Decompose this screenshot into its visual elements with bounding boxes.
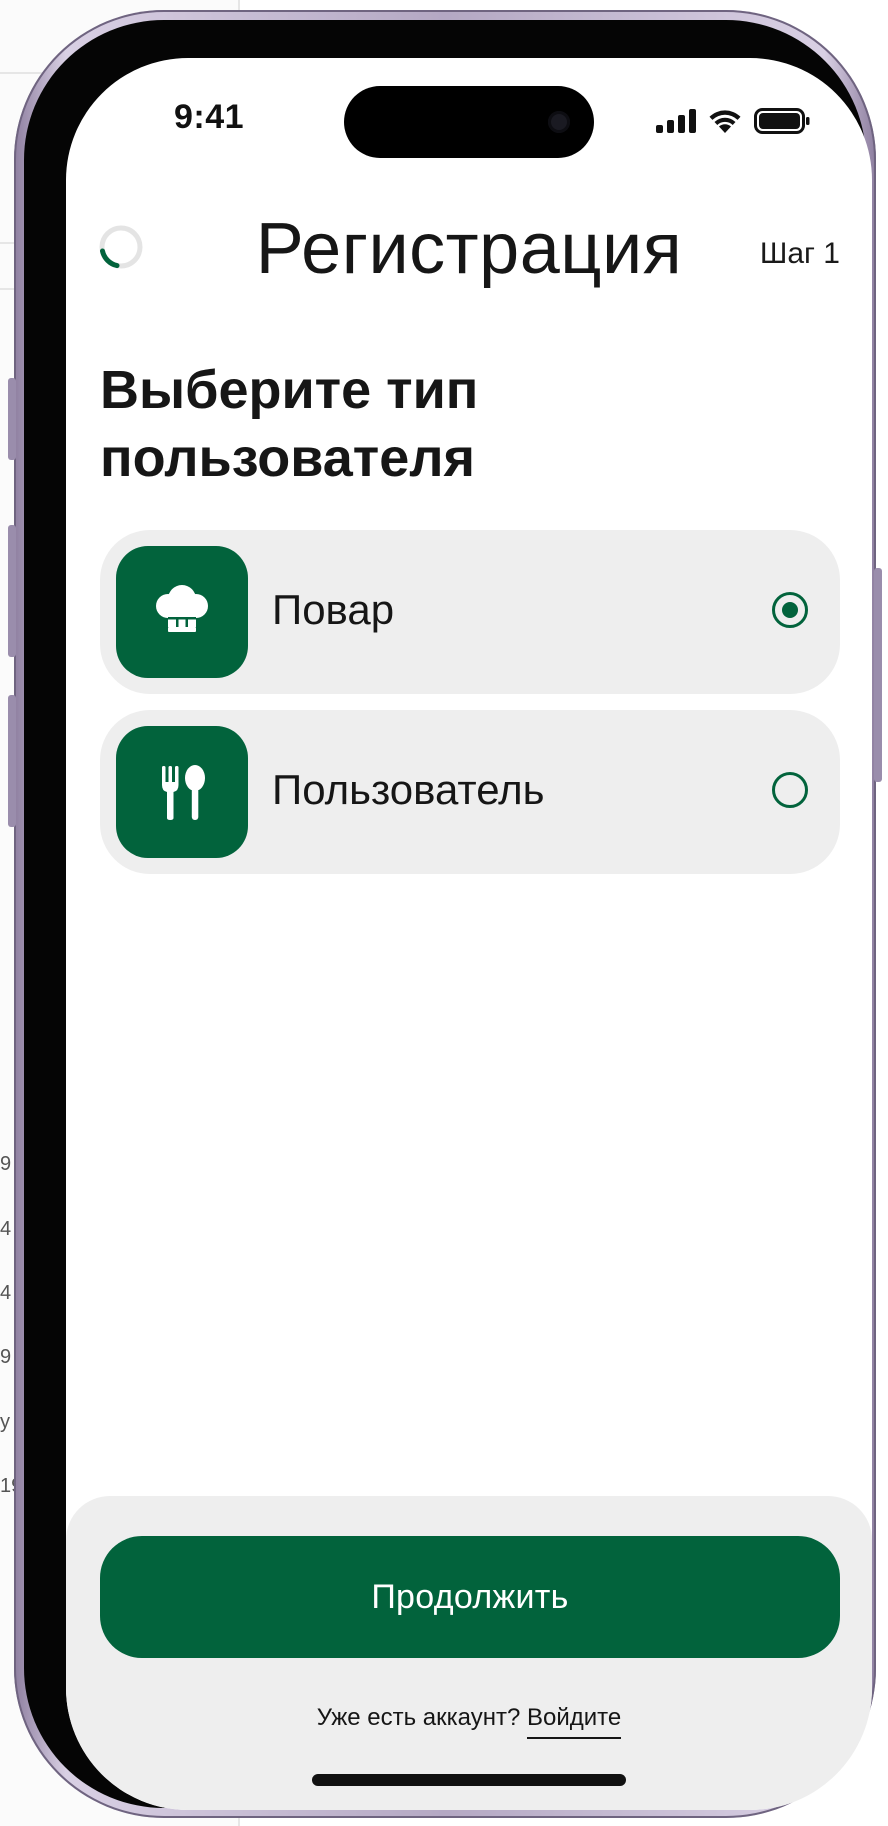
- battery-icon: [754, 108, 810, 134]
- phone-screen: 9:41 Регистрация Шаг 1 Выберите тип поль…: [66, 58, 872, 1810]
- radio-button-selected[interactable]: [772, 592, 808, 628]
- section-heading: Выберите тип пользователя: [100, 356, 700, 492]
- option-icon-tile: [116, 546, 248, 678]
- radio-dot: [782, 602, 798, 618]
- fork-spoon-icon: [162, 765, 205, 820]
- background-fragment: 9: [0, 1346, 12, 1368]
- option-label: Пользователь: [272, 766, 545, 813]
- option-card-user[interactable]: Пользователь: [100, 710, 840, 874]
- canvas: 9 4 4 9 y 19 9:41 Регистрация Шаг 1 Выбе…: [0, 0, 888, 1826]
- section-heading-line: пользователя: [100, 428, 476, 488]
- front-camera-icon: [548, 111, 570, 133]
- status-time: 9:41: [174, 98, 245, 136]
- radio-button[interactable]: [772, 772, 808, 808]
- phone-bezel: 9:41 Регистрация Шаг 1 Выберите тип поль…: [24, 20, 872, 1810]
- phone-mute-switch: [8, 378, 16, 460]
- section-heading-line: Выберите тип: [100, 360, 479, 420]
- dynamic-island: [344, 86, 594, 158]
- page-title: Регистрация: [255, 209, 683, 289]
- option-card-chef[interactable]: Повар: [100, 530, 840, 694]
- step-indicator: Шаг 1: [759, 237, 840, 270]
- home-indicator: [312, 1774, 626, 1786]
- phone-volume-down: [8, 695, 16, 827]
- option-label: Повар: [272, 586, 395, 633]
- background-fragment: 4: [0, 1218, 12, 1240]
- background-fragment: 9: [0, 1153, 12, 1175]
- wifi-icon: [709, 110, 741, 133]
- phone-volume-up: [8, 525, 16, 657]
- login-prompt-text: Уже есть аккаунт?: [316, 1704, 521, 1731]
- phone-power-button: [874, 568, 882, 782]
- bottom-sheet: Продолжить Уже есть аккаунт? Войдите: [66, 1496, 872, 1810]
- status-icons: [656, 108, 810, 134]
- chef-hat-icon: [156, 585, 208, 632]
- cellular-signal-icon: [656, 109, 696, 133]
- login-link[interactable]: Войдите: [527, 1704, 622, 1739]
- option-icon-tile: [116, 726, 248, 858]
- background-fragment: y: [0, 1411, 10, 1433]
- background-fragment: 4: [0, 1282, 12, 1304]
- login-prompt: Уже есть аккаунт? Войдите: [66, 1704, 872, 1739]
- continue-button[interactable]: Продолжить: [100, 1536, 840, 1658]
